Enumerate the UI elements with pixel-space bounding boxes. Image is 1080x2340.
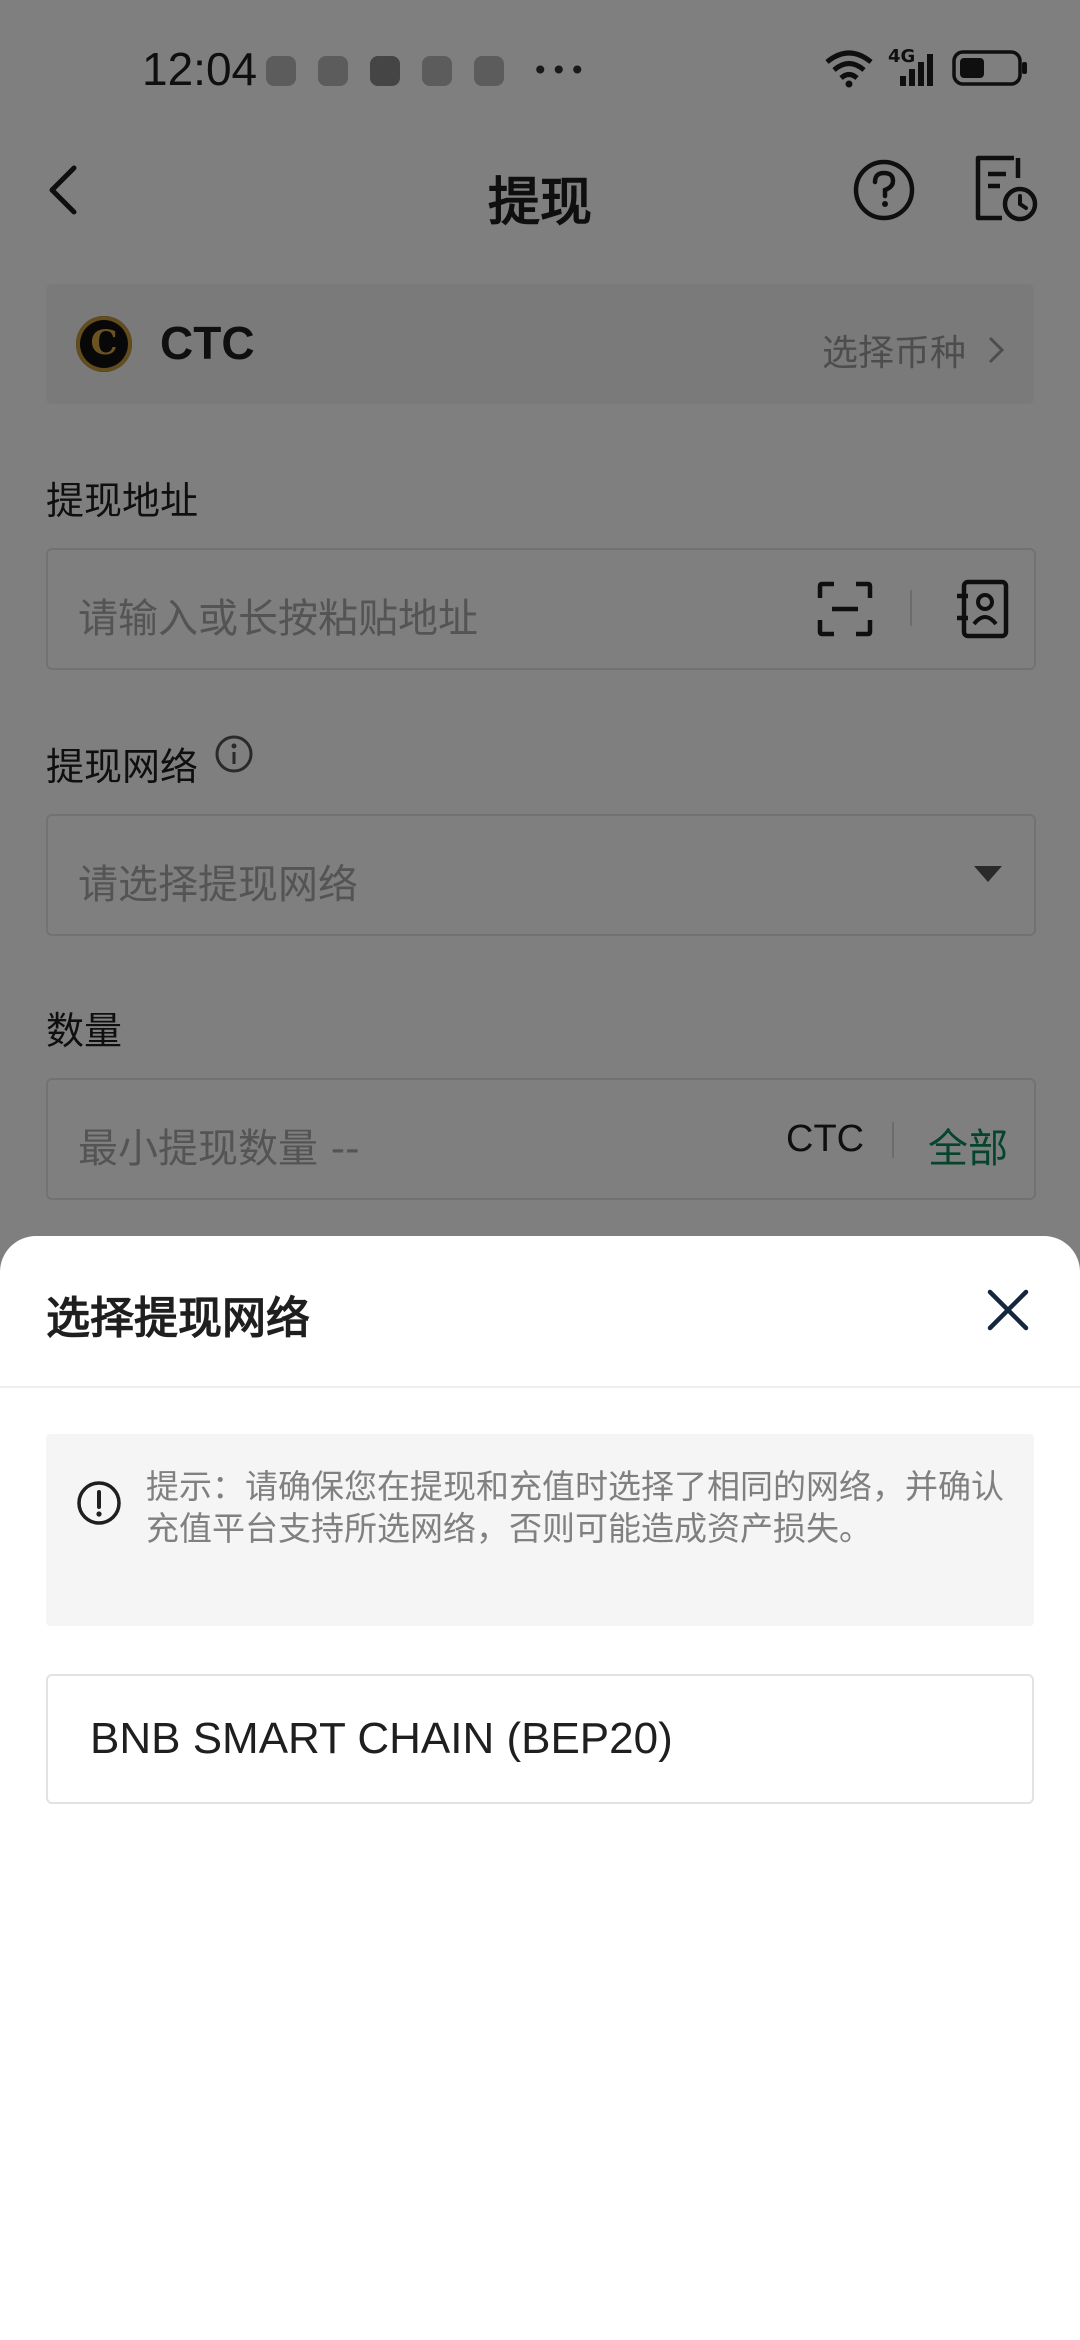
sheet-title: 选择提现网络 — [46, 1293, 310, 1344]
notice-text: 提示：请确保您在提现和充值时选择了相同的网络，并确认充值平台支持所选网络，否则可… — [146, 1467, 1004, 1548]
sheet-divider — [0, 1386, 1080, 1388]
network-option[interactable]: BNB SMART CHAIN (BEP20) — [46, 1674, 1034, 1804]
close-icon[interactable] — [984, 1286, 1032, 1334]
network-notice: 提示：请确保您在提现和充值时选择了相同的网络，并确认充值平台支持所选网络，否则可… — [46, 1434, 1034, 1626]
warning-icon — [77, 1481, 121, 1525]
network-picker-sheet: 选择提现网络 提示：请确保您在提现和充值时选择了相同的网络，并确认充值平台支持所… — [0, 1236, 1080, 2340]
network-option-label: BNB SMART CHAIN (BEP20) — [90, 1714, 673, 1763]
